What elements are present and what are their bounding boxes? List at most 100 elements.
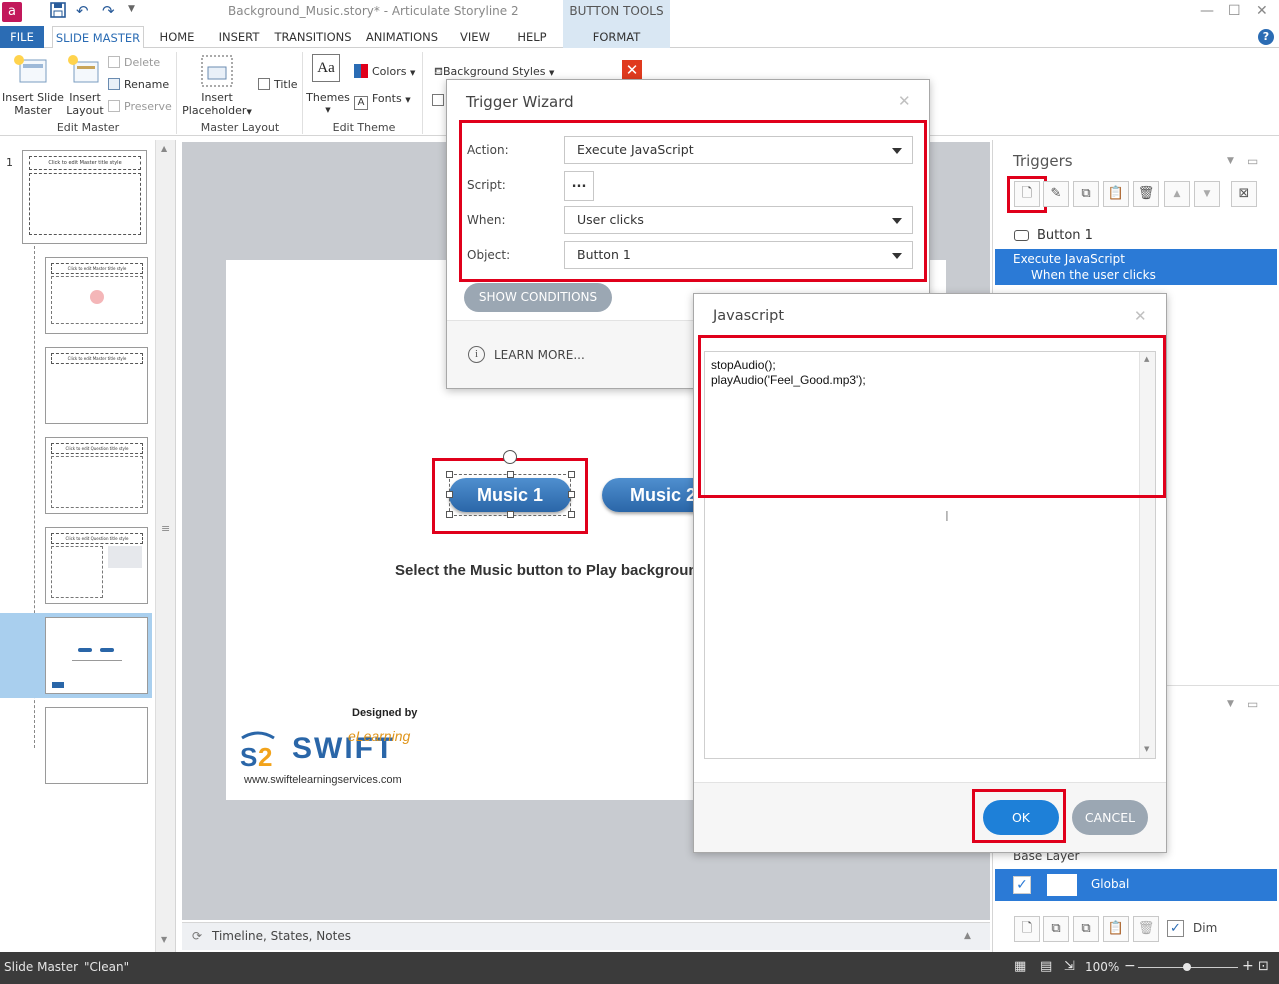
scroll-up-icon[interactable]: ▲ (161, 144, 167, 153)
tab-slide-master[interactable]: SLIDE MASTER (52, 26, 144, 49)
preserve-button[interactable]: Preserve (108, 100, 172, 113)
expand-timeline-icon[interactable]: ▲ (964, 931, 971, 941)
close-window-icon[interactable]: ✕ (1256, 3, 1268, 19)
layout-thumbnail[interactable]: Click to edit Master title style (45, 347, 148, 424)
close-master-view-icon[interactable]: ✕ (622, 60, 642, 80)
tab-insert[interactable]: INSERT (212, 26, 266, 48)
tab-view[interactable]: VIEW (452, 26, 498, 48)
new-layer-icon[interactable]: 🗋 (1014, 916, 1040, 942)
trigger-object-name[interactable]: Button 1 (1037, 228, 1093, 243)
insert-slide-master-button[interactable]: Insert Slide Master (2, 91, 64, 117)
hide-background-checkbox[interactable] (432, 94, 444, 106)
cancel-button[interactable]: CANCEL (1072, 800, 1148, 835)
qat-dropdown-icon[interactable]: ▼ (128, 4, 135, 14)
themes-icon: Aa (312, 54, 340, 82)
panel-collapse-icon[interactable]: ▼ (1227, 699, 1234, 709)
layout-thumbnail-image (90, 290, 104, 304)
duplicate-layer-icon[interactable]: ⧉ (1043, 916, 1069, 942)
maximize-icon[interactable]: ☐ (1228, 3, 1241, 19)
tab-format[interactable]: FORMAT (563, 26, 670, 48)
brand-url: www.swiftelearningservices.com (244, 774, 402, 786)
layout-thumbnail[interactable]: Click to edit Master title style (45, 257, 148, 334)
paste-trigger-icon[interactable]: 📋 (1103, 181, 1129, 207)
scroll-down-icon[interactable]: ▼ (1144, 745, 1149, 753)
fonts-button[interactable]: A Fonts ▼ (354, 92, 411, 110)
undo-icon[interactable]: ↶ (76, 2, 89, 20)
learn-more-link[interactable]: LEARN MORE... (494, 348, 585, 362)
dim-checkbox[interactable]: ✓ (1167, 920, 1184, 937)
action-select[interactable]: Execute JavaScript (564, 136, 913, 164)
resize-handle[interactable] (507, 471, 514, 478)
global-layer-checkbox[interactable]: ✓ (1013, 876, 1031, 894)
resize-handle[interactable] (446, 511, 453, 518)
ok-button[interactable]: OK (983, 800, 1059, 835)
background-styles-button[interactable]: ⛾Background Styles ▼ (434, 65, 554, 80)
zoom-slider-thumb[interactable] (1183, 963, 1191, 971)
tab-home[interactable]: HOME (152, 26, 202, 48)
resize-handle[interactable] (568, 511, 575, 518)
layout-thumbnail[interactable] (45, 707, 148, 784)
layout-thumbnail[interactable]: Click to edit Question title style (45, 437, 148, 514)
minimize-icon[interactable]: — (1200, 3, 1214, 19)
resize-handle[interactable] (568, 491, 575, 498)
paste-layer-icon[interactable]: 📋 (1103, 916, 1129, 942)
global-layer-row[interactable]: ✓ Global (995, 869, 1277, 901)
delete-layer-icon[interactable]: 🗑 (1133, 916, 1159, 942)
master-thumbnail[interactable]: Click to edit Master title style (22, 150, 147, 244)
close-icon[interactable]: ✕ (1134, 307, 1147, 325)
timeline-bar[interactable]: ⟳ Timeline, States, Notes ▲ (182, 922, 990, 950)
themes-button[interactable]: Themes ▼ (306, 91, 350, 117)
script-edit-button[interactable]: ... (564, 171, 594, 201)
title-checkbox[interactable]: Title (258, 78, 298, 91)
redo-icon[interactable]: ↷ (102, 2, 115, 20)
fit-slide-icon[interactable]: ⊡ (1258, 959, 1269, 974)
rotate-handle-icon[interactable] (503, 450, 517, 464)
resize-handle[interactable] (507, 511, 514, 518)
tab-file[interactable]: FILE (0, 26, 44, 48)
grid-view-icon[interactable]: ▤ (1040, 959, 1052, 974)
colors-button[interactable]: Colors ▼ (354, 64, 415, 78)
slide-thumbnail-panel: 1 Click to edit Master title style Click… (0, 140, 176, 952)
layout-thumbnail[interactable]: Click to edit Question title style (45, 527, 148, 604)
panel-collapse-icon[interactable]: ▼ (1227, 156, 1234, 166)
save-icon[interactable] (50, 2, 66, 22)
script-label: Script: (467, 178, 506, 192)
insert-layout-button[interactable]: Insert Layout (64, 91, 106, 117)
insert-placeholder-button[interactable]: Insert Placeholder▼ (182, 91, 252, 119)
object-select[interactable]: Button 1 (564, 241, 913, 269)
delete-button[interactable]: Delete (108, 56, 160, 69)
tab-transitions[interactable]: TRANSITIONS (274, 26, 352, 48)
rename-button[interactable]: Rename (108, 78, 169, 91)
new-trigger-icon[interactable]: 🗋 (1014, 181, 1040, 207)
normal-view-icon[interactable]: ▦ (1014, 959, 1026, 974)
edit-trigger-icon[interactable]: ✎ (1043, 181, 1069, 207)
close-icon[interactable]: ✕ (898, 92, 911, 110)
resize-handle[interactable] (446, 471, 453, 478)
resize-handle[interactable] (568, 471, 575, 478)
variables-icon[interactable]: ⊠ (1231, 181, 1257, 207)
tab-help[interactable]: HELP (508, 26, 556, 48)
show-conditions-button[interactable]: SHOW CONDITIONS (464, 283, 612, 312)
dropdown-arrow-icon: ▼ (246, 108, 252, 116)
copy-layer-icon[interactable]: ⧉ (1073, 916, 1099, 942)
move-up-icon[interactable]: ▲ (1164, 181, 1190, 207)
ribbon-separator (176, 52, 177, 134)
layout-thumbnail-selected[interactable] (45, 617, 148, 694)
zoom-out-icon[interactable]: − (1124, 958, 1136, 974)
resize-handle[interactable] (446, 491, 453, 498)
panel-float-icon[interactable]: ▭ (1247, 697, 1258, 711)
delete-icon (108, 56, 120, 68)
scroll-down-icon[interactable]: ▼ (161, 935, 167, 944)
tab-animations[interactable]: ANIMATIONS (362, 26, 442, 48)
help-icon[interactable]: ? (1258, 29, 1274, 45)
when-select[interactable]: User clicks (564, 206, 913, 234)
trigger-row-selected[interactable]: Execute JavaScript When the user clicks (995, 249, 1277, 285)
copy-trigger-icon[interactable]: ⧉ (1073, 181, 1099, 207)
delete-trigger-icon[interactable]: 🗑 (1133, 181, 1159, 207)
move-down-icon[interactable]: ▼ (1194, 181, 1220, 207)
panel-float-icon[interactable]: ▭ (1247, 154, 1258, 168)
splitter-grip-icon[interactable]: ≡ (161, 522, 170, 535)
thumbnail-scrollbar[interactable]: ▲ ≡ ▼ (155, 140, 175, 952)
fit-to-window-icon[interactable]: ⇲ (1064, 959, 1075, 974)
zoom-in-icon[interactable]: + (1242, 958, 1254, 974)
